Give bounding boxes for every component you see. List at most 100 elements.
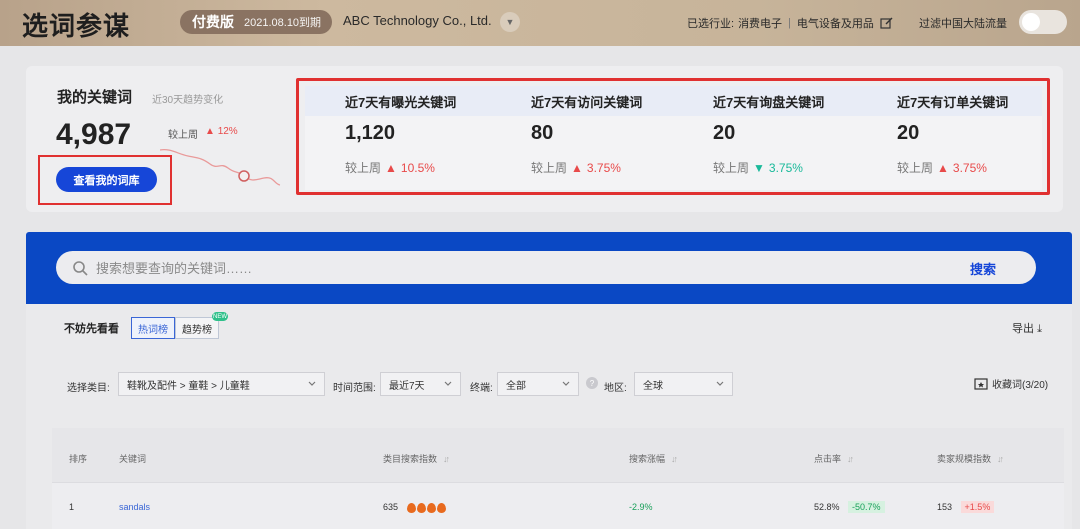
time-range-label: 时间范围: bbox=[333, 383, 376, 394]
sort-icon[interactable]: ↓↑ bbox=[847, 454, 854, 464]
compare-label: 较上周 bbox=[713, 161, 750, 175]
column-header-rank: 排序 bbox=[69, 454, 88, 464]
search-button[interactable]: 搜索 bbox=[970, 259, 996, 278]
chevron-down-icon bbox=[444, 381, 452, 386]
top-header: 选词参谋 付费版 2021.08.10到期 ABC Technology Co.… bbox=[0, 0, 1080, 46]
sort-icon[interactable]: ↓↑ bbox=[443, 454, 450, 464]
stat-value: 80 bbox=[531, 122, 554, 144]
cell-search-index: 635 bbox=[383, 502, 446, 513]
selected-industry: 已选行业: 消费电子 | 电气设备及用品 bbox=[687, 15, 893, 31]
filter-china-traffic-toggle[interactable] bbox=[1019, 10, 1067, 34]
terminal-label: 终端: bbox=[470, 383, 493, 394]
category-label: 选择类目: bbox=[67, 383, 110, 394]
ctr-change-badge: -50.7% bbox=[848, 501, 885, 513]
export-label: 导出 bbox=[1012, 323, 1034, 335]
peek-label: 不妨先看看 bbox=[64, 323, 119, 335]
stat-compare: 较上周 ▲ 10.5% bbox=[345, 159, 435, 176]
chevron-down-icon[interactable]: ▼ bbox=[500, 12, 520, 32]
last-week-change-value: 12% bbox=[217, 126, 238, 137]
stat-value: 20 bbox=[713, 122, 736, 144]
last-week-label: 较上周 bbox=[168, 130, 198, 141]
arrow-down-icon: ▼ bbox=[753, 160, 765, 175]
stat-title: 近7天有访问关键词 bbox=[491, 86, 671, 116]
cell-rank: 1 bbox=[69, 502, 75, 512]
compare-label: 较上周 bbox=[897, 161, 934, 175]
arrow-up-icon: ▲ bbox=[937, 160, 949, 175]
time-range-value: 最近7天 bbox=[389, 380, 425, 392]
view-my-library-button[interactable]: 查看我的词库 bbox=[56, 167, 157, 192]
plan-badge: 付费版 2021.08.10到期 bbox=[180, 10, 332, 34]
filter-china-traffic-label: 过滤中国大陆流量 bbox=[919, 18, 1007, 30]
chevron-down-icon bbox=[308, 381, 316, 386]
plan-expiry: 2021.08.10到期 bbox=[244, 17, 322, 29]
compare-change: 3.75% bbox=[586, 160, 621, 175]
terminal-select[interactable]: 全部 bbox=[497, 372, 579, 396]
folder-star-icon bbox=[974, 377, 988, 390]
industry-separator: | bbox=[788, 17, 791, 29]
cell-seller-index: 153 +1.5% bbox=[937, 501, 995, 513]
stat-title: 近7天有订单关键词 bbox=[855, 86, 1042, 116]
chevron-down-icon bbox=[562, 381, 570, 386]
sort-icon[interactable]: ↓↑ bbox=[671, 454, 678, 464]
last-week-change: ▲ 12% bbox=[205, 126, 238, 137]
sparkline-marker bbox=[238, 170, 250, 182]
tab-hot-words[interactable]: 热词榜 bbox=[131, 317, 175, 339]
table-header: 排序 关键词 类目搜索指数 ↓↑ 搜索涨幅 ↓↑ 点击率 ↓↑ 卖家规模指数 ↓↑ bbox=[52, 428, 1064, 482]
stat-compare: 较上周 ▲ 3.75% bbox=[897, 159, 987, 176]
category-select[interactable]: 鞋靴及配件 > 童鞋 > 儿童鞋 bbox=[118, 372, 325, 396]
compare-change: 10.5% bbox=[400, 160, 435, 175]
plan-label: 付费版 bbox=[192, 14, 234, 30]
seller-index-value: 153 bbox=[937, 502, 953, 512]
arrow-up-icon: ▲ bbox=[571, 160, 583, 175]
column-header-keyword: 关键词 bbox=[119, 454, 147, 464]
download-icon: ⤓ bbox=[1037, 323, 1042, 335]
trend-label: 近30天趋势变化 bbox=[152, 95, 224, 106]
time-range-select[interactable]: 最近7天 bbox=[380, 372, 461, 396]
favorites-button[interactable]: 收藏词(3/20) bbox=[974, 376, 1048, 391]
seller-change-badge: +1.5% bbox=[960, 501, 995, 513]
compare-label: 较上周 bbox=[345, 161, 382, 175]
arrow-up-icon: ▲ bbox=[385, 160, 397, 175]
company-name[interactable]: ABC Technology Co., Ltd. bbox=[343, 13, 492, 28]
industry-label: 已选行业: bbox=[687, 18, 735, 30]
cell-ctr: 52.8% -50.7% bbox=[814, 501, 885, 513]
column-header-seller-index[interactable]: 卖家规模指数 ↓↑ bbox=[937, 452, 1004, 465]
keyword-count: 4,987 bbox=[56, 118, 132, 151]
industry-item: 电气设备及用品 bbox=[796, 18, 874, 30]
trend-sparkline bbox=[160, 148, 281, 186]
my-keywords-title: 我的关键词 bbox=[57, 89, 133, 106]
terminal-value: 全部 bbox=[506, 380, 526, 392]
column-header-ctr[interactable]: 点击率 ↓↑ bbox=[814, 452, 854, 465]
app-title: 选词参谋 bbox=[22, 12, 131, 42]
favorites-label: 收藏词(3/20) bbox=[992, 380, 1049, 391]
help-icon[interactable]: ? bbox=[586, 377, 598, 389]
region-label: 地区: bbox=[604, 383, 627, 394]
chevron-down-icon bbox=[716, 381, 724, 386]
industry-item: 消费电子 bbox=[738, 18, 783, 30]
compare-label: 较上周 bbox=[531, 161, 568, 175]
search-input[interactable] bbox=[96, 258, 956, 278]
category-value: 鞋靴及配件 > 童鞋 > 儿童鞋 bbox=[127, 380, 250, 392]
table-row[interactable]: 1 sandals 635 -2.9% 52.8% -50.7% 153 +1.… bbox=[52, 482, 1064, 529]
export-button[interactable]: 导出 ⤓ bbox=[1012, 320, 1042, 336]
search-icon bbox=[73, 261, 88, 276]
stat-title: 近7天有曝光关键词 bbox=[305, 86, 491, 116]
edit-icon[interactable] bbox=[880, 17, 893, 30]
flame-rating-icon bbox=[406, 502, 446, 513]
compare-change: 3.75% bbox=[952, 160, 987, 175]
weekly-stats-panel: 近7天有曝光关键词 近7天有访问关键词 近7天有询盘关键词 近7天有订单关键词 … bbox=[305, 86, 1042, 190]
tab-trending[interactable]: 趋势榜 bbox=[175, 317, 219, 339]
stat-value: 20 bbox=[897, 122, 920, 144]
region-select[interactable]: 全球 bbox=[634, 372, 733, 396]
stat-compare: 较上周 ▼ 3.75% bbox=[713, 159, 803, 176]
column-header-growth[interactable]: 搜索涨幅 ↓↑ bbox=[629, 452, 678, 465]
compare-change: 3.75% bbox=[768, 160, 803, 175]
stat-title: 近7天有询盘关键词 bbox=[671, 86, 855, 116]
sort-icon[interactable]: ↓↑ bbox=[997, 454, 1004, 464]
cell-keyword-link[interactable]: sandals bbox=[119, 502, 150, 512]
search-index-value: 635 bbox=[383, 502, 399, 512]
column-header-search-index[interactable]: 类目搜索指数 ↓↑ bbox=[383, 452, 450, 465]
region-value: 全球 bbox=[643, 380, 663, 392]
stat-value: 1,120 bbox=[345, 122, 396, 144]
cell-growth: -2.9% bbox=[629, 502, 653, 512]
